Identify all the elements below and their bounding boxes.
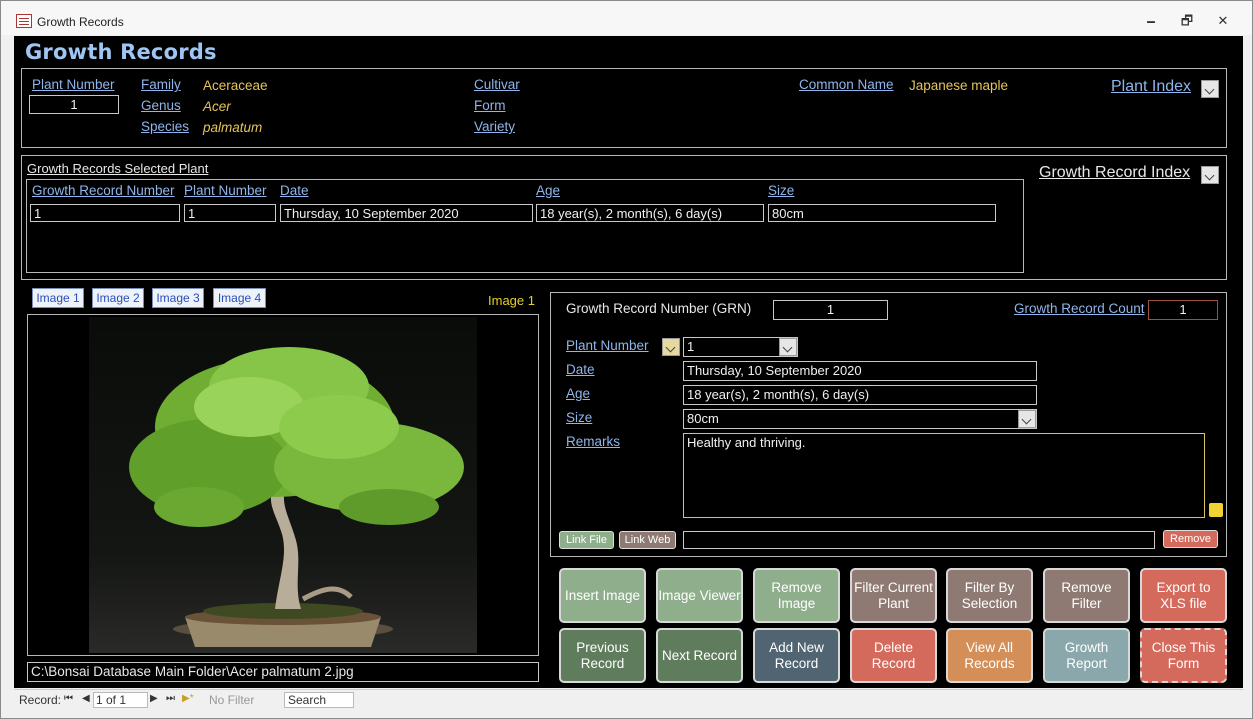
growth-report-button[interactable]: Growth Report bbox=[1043, 628, 1130, 683]
cultivar-label[interactable]: Cultivar bbox=[474, 77, 520, 92]
last-record-icon[interactable]: ⏭ bbox=[166, 693, 175, 704]
cell-age[interactable]: 18 year(s), 2 month(s), 6 day(s) bbox=[536, 204, 764, 222]
image-1-button[interactable]: Image 1 bbox=[32, 288, 84, 308]
filter-current-plant-button[interactable]: Filter Current Plant bbox=[850, 568, 937, 623]
form-header-title: Growth Records bbox=[25, 40, 217, 64]
minimize-icon[interactable]: 🗕 bbox=[1140, 13, 1162, 29]
image-4-button[interactable]: Image 4 bbox=[213, 288, 266, 308]
prev-record-icon[interactable]: ◀ bbox=[82, 693, 90, 704]
record-navigation-bar: Record: ⏮ ◀ 1 of 1 ▶ ⏭ ▶* No Filter Sear… bbox=[14, 689, 1243, 709]
view-all-records-button[interactable]: View All Records bbox=[946, 628, 1033, 683]
close-form-button[interactable]: Close This Form bbox=[1140, 628, 1227, 683]
grn-field[interactable]: 1 bbox=[773, 300, 888, 320]
image-2-button[interactable]: Image 2 bbox=[92, 288, 144, 308]
growth-record-index-dropdown-icon[interactable] bbox=[1201, 166, 1219, 184]
next-record-icon[interactable]: ▶ bbox=[150, 693, 158, 704]
age-label[interactable]: Age bbox=[566, 386, 590, 401]
delete-record-button[interactable]: Delete Record bbox=[850, 628, 937, 683]
link-file-button[interactable]: Link File bbox=[559, 531, 614, 549]
plant-number-combo-dropdown-icon[interactable] bbox=[779, 338, 797, 356]
selected-plant-title: Growth Records Selected Plant bbox=[27, 161, 209, 176]
remove-link-button[interactable]: Remove bbox=[1163, 530, 1218, 548]
filter-by-selection-button[interactable]: Filter By Selection bbox=[946, 568, 1033, 623]
window-title: Growth Records bbox=[37, 15, 124, 29]
form-label[interactable]: Form bbox=[474, 98, 506, 113]
grn-label: Growth Record Number (GRN) bbox=[566, 301, 752, 316]
form-body: Growth Records Plant Number 1 Family Ace… bbox=[14, 36, 1243, 688]
no-filter-indicator[interactable]: No Filter bbox=[209, 693, 254, 707]
plant-number-label[interactable]: Plant Number bbox=[32, 77, 115, 92]
family-label[interactable]: Family bbox=[141, 77, 181, 92]
cell-date[interactable]: Thursday, 10 September 2020 bbox=[280, 204, 533, 222]
genus-value: Acer bbox=[203, 99, 231, 114]
plant-number-picker-icon[interactable] bbox=[662, 338, 680, 356]
previous-record-button[interactable]: Previous Record bbox=[559, 628, 646, 683]
new-record-icon[interactable]: ▶* bbox=[182, 693, 194, 704]
growth-record-count-label[interactable]: Growth Record Count bbox=[1014, 301, 1145, 316]
date-label[interactable]: Date bbox=[566, 362, 595, 377]
col-age[interactable]: Age bbox=[536, 183, 560, 198]
link-path-field[interactable] bbox=[683, 531, 1155, 549]
common-name-value: Japanese maple bbox=[909, 78, 1009, 93]
cell-growth-record-number[interactable]: 1 bbox=[30, 204, 180, 222]
cell-size[interactable]: 80cm bbox=[768, 204, 996, 222]
col-date[interactable]: Date bbox=[280, 183, 309, 198]
bonsai-tree-icon bbox=[129, 347, 464, 647]
link-web-button[interactable]: Link Web bbox=[619, 531, 676, 549]
genus-label[interactable]: Genus bbox=[141, 98, 181, 113]
size-label[interactable]: Size bbox=[566, 410, 592, 425]
first-record-icon[interactable]: ⏮ bbox=[64, 693, 73, 704]
bonsai-photo bbox=[89, 317, 477, 653]
plant-number-field[interactable]: 1 bbox=[29, 95, 119, 114]
variety-label[interactable]: Variety bbox=[474, 119, 515, 134]
common-name-label[interactable]: Common Name bbox=[799, 77, 894, 92]
current-image-label: Image 1 bbox=[488, 293, 535, 308]
growth-record-count-field: 1 bbox=[1148, 300, 1218, 320]
plant-info-panel: Plant Number 1 Family Aceraceae Genus Ac… bbox=[21, 68, 1227, 148]
insert-image-button[interactable]: Insert Image bbox=[559, 568, 646, 623]
add-new-record-button[interactable]: Add New Record bbox=[753, 628, 840, 683]
plant-index-dropdown-icon[interactable] bbox=[1201, 80, 1219, 98]
col-growth-record-number[interactable]: Growth Record Number bbox=[32, 183, 175, 198]
record-label: Record: bbox=[19, 693, 62, 707]
growth-record-index-label[interactable]: Growth Record Index bbox=[1039, 164, 1190, 182]
species-value: palmatum bbox=[203, 120, 263, 135]
restore-icon[interactable]: 🗗 bbox=[1176, 13, 1198, 29]
title-bar: Growth Records 🗕 🗗 ✕ bbox=[1, 1, 1252, 35]
image-3-button[interactable]: Image 3 bbox=[152, 288, 204, 308]
remarks-label[interactable]: Remarks bbox=[566, 434, 620, 449]
date-field[interactable]: Thursday, 10 September 2020 bbox=[683, 361, 1037, 381]
remove-filter-button[interactable]: Remove Filter bbox=[1043, 568, 1130, 623]
plant-number-detail-label[interactable]: Plant Number bbox=[566, 338, 649, 353]
age-field[interactable]: 18 year(s), 2 month(s), 6 day(s) bbox=[683, 385, 1037, 405]
next-record-button[interactable]: Next Record bbox=[656, 628, 743, 683]
detail-panel: Growth Record Number (GRN) 1 Growth Reco… bbox=[550, 292, 1227, 557]
image-frame[interactable] bbox=[27, 314, 539, 656]
search-input[interactable]: Search bbox=[284, 692, 354, 708]
export-xls-button[interactable]: Export to XLS file bbox=[1140, 568, 1227, 623]
image-path-field[interactable]: C:\Bonsai Database Main Folder\Acer palm… bbox=[27, 662, 539, 682]
size-combo[interactable]: 80cm bbox=[683, 409, 1037, 429]
zoom-note-icon[interactable] bbox=[1209, 503, 1223, 517]
image-viewer-button[interactable]: Image Viewer bbox=[656, 568, 743, 623]
species-label[interactable]: Species bbox=[141, 119, 189, 134]
form-icon bbox=[16, 14, 32, 28]
close-icon[interactable]: ✕ bbox=[1212, 13, 1234, 29]
growth-records-subform: Growth Record Number Plant Number Date A… bbox=[26, 179, 1024, 273]
remarks-field[interactable]: Healthy and thriving. bbox=[683, 433, 1205, 518]
selected-plant-panel: Growth Records Selected Plant Growth Rec… bbox=[21, 155, 1227, 280]
col-size[interactable]: Size bbox=[768, 183, 794, 198]
record-position-field[interactable]: 1 of 1 bbox=[93, 692, 148, 708]
col-plant-number[interactable]: Plant Number bbox=[184, 183, 267, 198]
access-window: Growth Records 🗕 🗗 ✕ Growth Records Plan… bbox=[0, 0, 1253, 719]
remove-image-button[interactable]: Remove Image bbox=[753, 568, 840, 623]
size-dropdown-icon[interactable] bbox=[1018, 410, 1036, 428]
family-value: Aceraceae bbox=[203, 78, 268, 93]
plant-index-label[interactable]: Plant Index bbox=[1111, 78, 1191, 96]
cell-plant-number[interactable]: 1 bbox=[184, 204, 276, 222]
